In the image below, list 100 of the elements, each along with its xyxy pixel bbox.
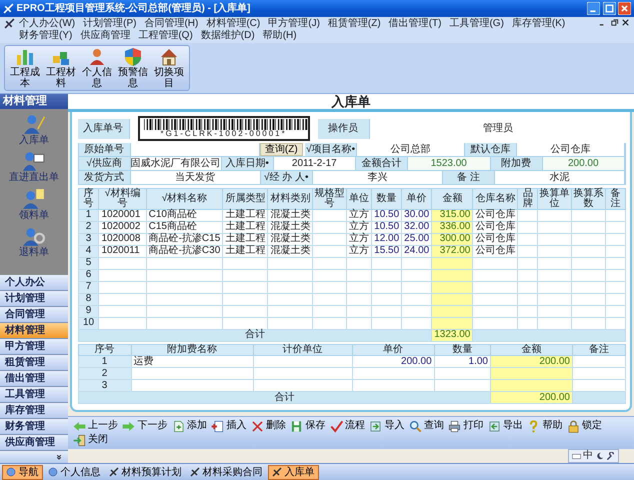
nav-item[interactable]: 合同管理	[0, 307, 68, 323]
panel-tab[interactable]: 个人信息	[45, 466, 104, 478]
person-pen-icon	[22, 112, 45, 135]
toolbar-button[interactable]: 工程成本	[7, 47, 43, 89]
toolbar-button[interactable]: 导出	[486, 419, 526, 433]
table-cell: 立方	[346, 245, 372, 257]
check-icon	[330, 420, 343, 432]
field-value: 1523.00	[408, 157, 491, 170]
table-cell: 公司仓库	[472, 221, 518, 233]
table-cell: 12.00	[372, 233, 402, 245]
nav-item[interactable]: 甲方管理	[0, 339, 68, 355]
row-number: 7	[78, 281, 99, 293]
menu-item[interactable]: 计划管理(P)	[79, 18, 140, 30]
column-header: √材料编号	[98, 188, 146, 209]
toolbar-button[interactable]: 预警信息	[115, 47, 151, 89]
import-icon	[369, 420, 382, 432]
document-add-icon	[172, 420, 185, 432]
table-cell: 土建工程	[222, 221, 268, 233]
bar-chart-icon	[15, 47, 35, 67]
table-cell: 土建工程	[222, 245, 268, 257]
nav-item[interactable]: 个人办公	[0, 275, 68, 291]
row-number: 1	[78, 209, 99, 221]
field-label: 原始单号	[78, 143, 131, 156]
shortcut-button[interactable]: 直进直出单	[8, 149, 59, 184]
menu-item[interactable]: 财务管理(Y)	[15, 30, 76, 42]
menu-item[interactable]: 供应商管理	[76, 30, 134, 42]
field-label: √项目名称•	[305, 143, 358, 156]
toolbar-button[interactable]: 查询	[406, 419, 446, 433]
toolbar-button[interactable]: 删除	[248, 419, 288, 433]
column-header: 材料类别	[268, 188, 313, 209]
menu-item[interactable]: 合同管理(H)	[140, 18, 202, 30]
query-button[interactable]: 查询(Z)	[260, 143, 303, 156]
menu-item[interactable]: 帮助(H)	[258, 30, 301, 42]
column-header: 品牌	[518, 188, 538, 209]
nav-item[interactable]: 工具管理	[0, 387, 68, 403]
shortcut-button[interactable]: 退料单	[18, 224, 49, 260]
field-label: 金额合计	[356, 157, 408, 170]
menu-item[interactable]: 个人办公(W)	[15, 18, 80, 30]
nav-item[interactable]: 库存管理	[0, 403, 68, 419]
document-tab[interactable]: 材料采购合同	[187, 466, 266, 478]
table-cell: 混凝土类	[268, 209, 313, 221]
toolbar-button[interactable]: 下一步	[120, 419, 170, 433]
menu-item[interactable]: 材料管理(C)	[202, 18, 264, 30]
menu-item[interactable]: 甲方管理(J)	[264, 18, 324, 30]
toolbar-button[interactable]: 流程	[328, 419, 368, 433]
nav-item[interactable]: 材料管理	[0, 323, 68, 339]
document-tab[interactable]: 入库单	[268, 464, 318, 480]
toolbar-button[interactable]: 锁定	[564, 419, 604, 433]
toolbar-button[interactable]: 个人信息	[79, 47, 115, 89]
toolbar-button[interactable]: 关闭	[70, 433, 110, 447]
document-tab[interactable]: 材料预算计划	[106, 466, 184, 478]
toolbar-button[interactable]: 工程材料	[43, 47, 79, 89]
menu-item[interactable]: 借出管理(T)	[384, 18, 446, 30]
toolbar-button[interactable]: 导入	[367, 419, 407, 433]
nav-item[interactable]: 财务管理	[0, 419, 68, 435]
total-value: 200.00	[490, 392, 572, 404]
restore-icon[interactable]	[610, 18, 618, 27]
field-label: 入库单号	[78, 118, 130, 138]
minimize-icon[interactable]	[587, 2, 600, 15]
field-value: 水泥	[494, 171, 626, 184]
table-cell: 1020002	[98, 221, 146, 233]
toolbar-button[interactable]: 添加	[170, 419, 210, 433]
nav-item[interactable]: 计划管理	[0, 291, 68, 307]
total-label: 合计	[78, 329, 432, 341]
lock-icon	[566, 420, 580, 432]
insert-row-icon	[211, 420, 224, 432]
column-header: 序号	[78, 344, 132, 356]
table-cell: 商品砼-抗渗C15	[146, 233, 223, 245]
table-cell: C10商品砼	[146, 209, 223, 221]
shortcut-button[interactable]: 领料单	[18, 186, 49, 222]
table-cell: 土建工程	[222, 209, 268, 221]
toolbar-button[interactable]: 插入	[209, 419, 249, 433]
menu-item[interactable]: 工具管理(G)	[445, 18, 508, 30]
maximize-icon[interactable]	[602, 2, 616, 15]
table-cell: 200.00	[490, 356, 572, 368]
field-label: √供应商	[78, 157, 131, 170]
field-label: √经 办 人•	[260, 171, 313, 184]
close-icon[interactable]	[621, 18, 630, 27]
globe-icon	[48, 467, 58, 477]
toolbar-button[interactable]: 帮助	[525, 419, 565, 433]
column-header: 备注	[572, 344, 626, 356]
delete-icon	[250, 420, 264, 432]
table-cell: 公司仓库	[472, 209, 518, 221]
menu-item[interactable]: 工程管理(Q)	[134, 30, 197, 42]
nav-item[interactable]: 借出管理	[0, 371, 68, 387]
menu-item[interactable]: 租赁管理(Z)	[324, 18, 385, 30]
column-header: 单价	[352, 344, 434, 356]
toolbar-button[interactable]: 切换项目	[151, 47, 187, 89]
row-number: 2	[78, 368, 132, 380]
input-mode-label[interactable]: 中	[583, 450, 593, 462]
table-cell: 公司仓库	[472, 233, 518, 245]
shortcut-button[interactable]: 入库单	[18, 112, 49, 147]
menu-item[interactable]: 库存管理(K)	[508, 18, 570, 30]
menu-item[interactable]: 数据维护(D)	[196, 30, 259, 42]
toolbar-button[interactable]: 上一步	[70, 419, 120, 433]
toolbar-button[interactable]: 保存	[288, 419, 328, 433]
nav-item[interactable]: 租赁管理	[0, 355, 68, 371]
panel-tab[interactable]: 导航	[2, 464, 42, 480]
toolbar-button[interactable]: 打印	[446, 419, 486, 433]
nav-item[interactable]: 供应商管理	[0, 435, 68, 451]
